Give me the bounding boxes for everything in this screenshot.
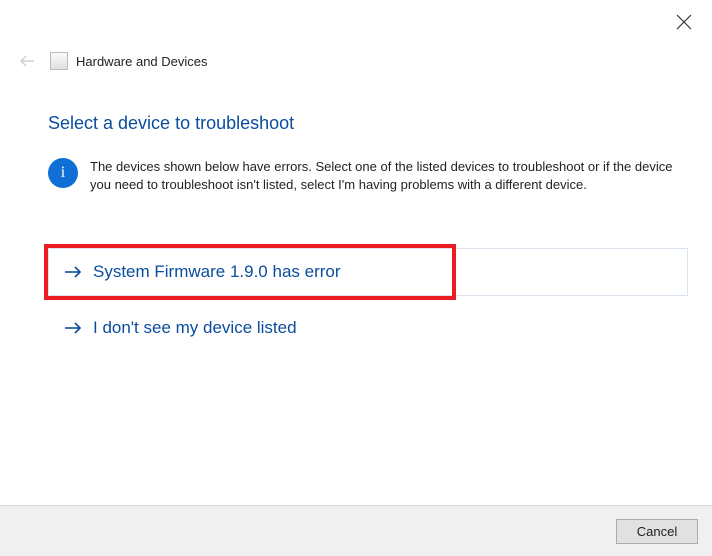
option-label: I don't see my device listed [93, 318, 297, 338]
cancel-button[interactable]: Cancel [616, 519, 698, 544]
option-system-firmware-error[interactable]: System Firmware 1.9.0 has error [48, 248, 688, 296]
info-icon: i [48, 158, 78, 188]
option-device-not-listed[interactable]: I don't see my device listed [48, 304, 688, 352]
window-title: Hardware and Devices [76, 54, 208, 69]
arrow-right-icon [63, 262, 83, 282]
troubleshooter-icon [50, 52, 68, 70]
option-label: System Firmware 1.9.0 has error [93, 262, 341, 282]
close-button[interactable] [676, 14, 692, 30]
page-heading: Select a device to troubleshoot [48, 113, 294, 134]
close-icon [676, 17, 692, 34]
header: Hardware and Devices [18, 52, 208, 70]
back-arrow-icon [18, 52, 36, 70]
info-row: i The devices shown below have errors. S… [48, 158, 688, 194]
info-text: The devices shown below have errors. Sel… [90, 158, 688, 194]
footer: Cancel [0, 505, 712, 556]
arrow-right-icon [63, 318, 83, 338]
